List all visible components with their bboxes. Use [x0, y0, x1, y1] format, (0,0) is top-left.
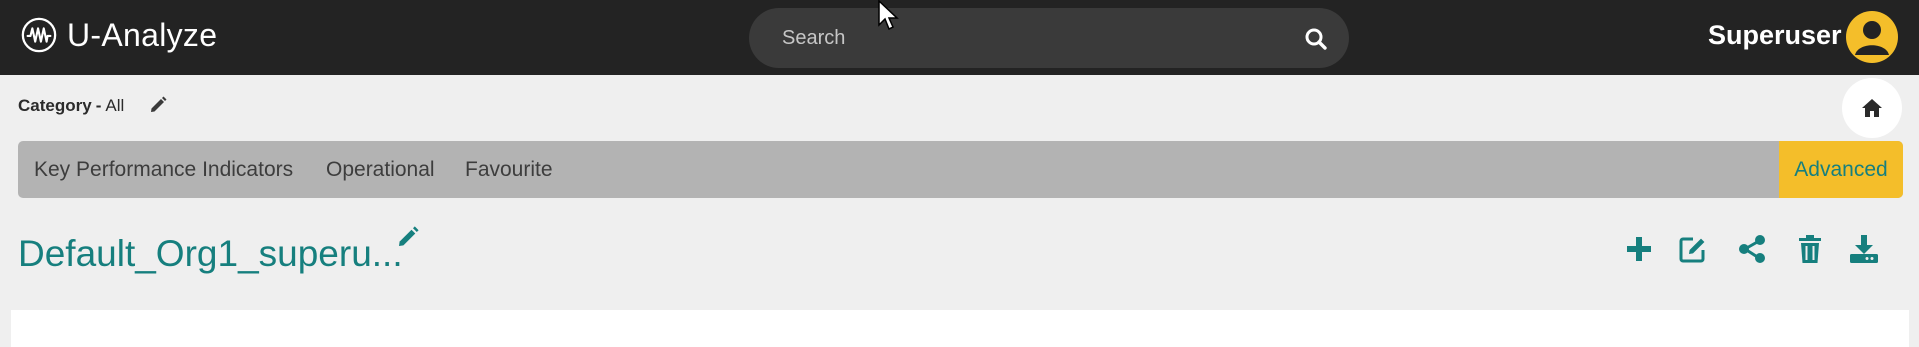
- home-button[interactable]: [1842, 78, 1902, 138]
- mouse-cursor-icon: [878, 0, 899, 31]
- category-separator: -: [95, 96, 102, 115]
- edit-square-icon: [1679, 237, 1705, 263]
- tab-favourite[interactable]: Favourite: [465, 158, 553, 182]
- download-icon: [1850, 235, 1878, 263]
- top-navigation-bar: U-Analyze Search Superuser: [0, 0, 1919, 75]
- dashboard-content-panel: [11, 310, 1909, 347]
- plus-icon: [1627, 237, 1651, 261]
- dashboard-title: Default_Org1_superu...: [18, 233, 403, 274]
- pencil-icon[interactable]: [396, 225, 420, 249]
- trash-icon: [1799, 235, 1821, 263]
- pencil-icon[interactable]: [148, 95, 168, 115]
- share-dashboard-button[interactable]: [1736, 233, 1768, 265]
- search-input[interactable]: Search: [749, 8, 1349, 68]
- download-dashboard-button[interactable]: [1848, 233, 1880, 265]
- user-avatar-icon[interactable]: [1846, 11, 1898, 63]
- tab-advanced[interactable]: Advanced: [1779, 141, 1903, 198]
- share-icon: [1739, 235, 1765, 263]
- category-label: Category: [18, 96, 92, 115]
- add-widget-button[interactable]: [1623, 233, 1655, 265]
- home-icon: [1862, 99, 1882, 117]
- waveform-circle-icon: [21, 17, 57, 53]
- search-placeholder: Search: [782, 27, 846, 49]
- app-name: U-Analyze: [67, 16, 218, 53]
- category-filter: Category - All: [18, 96, 124, 116]
- tab-operational[interactable]: Operational: [326, 158, 435, 182]
- category-value: All: [105, 96, 125, 115]
- edit-dashboard-button[interactable]: [1677, 233, 1709, 265]
- delete-dashboard-button[interactable]: [1794, 233, 1826, 265]
- dashboard-tab-bar: Key Performance Indicators Operational F…: [18, 141, 1903, 198]
- search-icon[interactable]: [1303, 26, 1329, 52]
- app-logo[interactable]: U-Analyze: [20, 15, 217, 55]
- tab-key-performance-indicators[interactable]: Key Performance Indicators: [34, 158, 293, 182]
- user-name[interactable]: Superuser: [1708, 20, 1842, 51]
